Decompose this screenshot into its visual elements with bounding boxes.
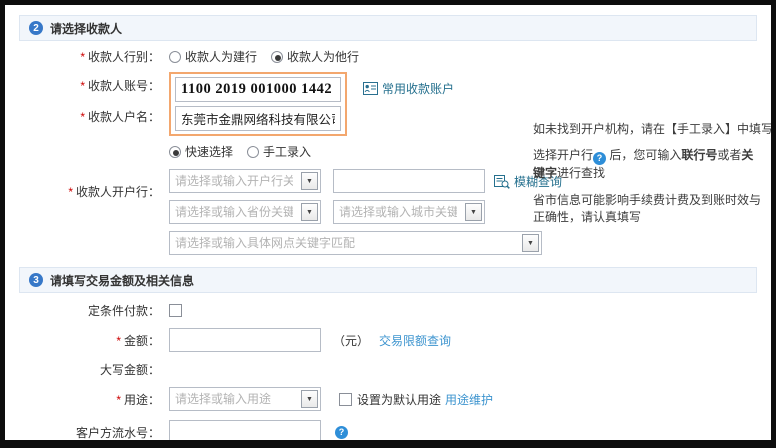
help-column: 如未找到开户机构，请在【手工录入】中填写 选择开户行? 后，您可输入联行号或者关… — [533, 121, 765, 236]
purpose-dropdown-button[interactable]: ▼ — [301, 390, 318, 408]
purpose-label: *用途： — [19, 391, 169, 408]
favorite-payees-link[interactable]: 常用收款账户 — [382, 80, 454, 97]
branch-input[interactable] — [172, 232, 517, 254]
amount-section-body: 定条件付款： *金额： （元） 交易限额查询 大写金额： *用途： — [19, 302, 757, 440]
amount-input[interactable] — [169, 328, 321, 352]
client-serial-row: 客户方流水号： ? — [19, 420, 757, 440]
radio-quick-select-label[interactable]: 快速选择 — [185, 143, 233, 160]
payee-account-number-input[interactable] — [175, 77, 341, 102]
amount-unit: （元） — [333, 332, 369, 349]
radio-payee-other-bank[interactable] — [271, 51, 283, 63]
purpose-input[interactable] — [172, 388, 296, 410]
conditional-payment-label: 定条件付款： — [19, 302, 169, 319]
radio-payee-other-bank-label[interactable]: 收款人为他行 — [287, 48, 359, 65]
payee-account-name-input[interactable] — [175, 106, 341, 131]
payee-account-name-label: *收款人户名： — [19, 103, 169, 130]
window-frame: 2 请选择收款人 *收款人行别： 收款人为建行 收款人为他行 *收款人账号： *… — [0, 0, 776, 448]
step-2-badge: 2 — [29, 21, 43, 35]
help-line-province-city: 省市信息可能影响手续费计费及到账时效与正确性，请认真填写 — [533, 192, 765, 227]
help-line-keyword: 选择开户行? 后，您可输入联行号或者关键字进行查找 — [533, 147, 765, 182]
conditional-payment-checkbox[interactable] — [169, 304, 182, 317]
transaction-limit-link[interactable]: 交易限额查询 — [379, 332, 451, 349]
opening-bank-line-3: ▼ — [169, 231, 562, 255]
purpose-maintain-link[interactable]: 用途维护 — [445, 391, 493, 408]
purpose-row: *用途： ▼ 设置为默认用途 用途维护 — [19, 387, 757, 411]
bank-select-input[interactable] — [172, 170, 296, 192]
purpose-combo[interactable]: ▼ — [169, 387, 321, 411]
radio-payee-ccb-label[interactable]: 收款人为建行 — [185, 48, 257, 65]
chevron-down-icon: ▼ — [306, 209, 313, 216]
chevron-down-icon: ▼ — [470, 209, 477, 216]
client-serial-input[interactable] — [169, 420, 321, 440]
city-input[interactable] — [336, 201, 460, 223]
help-icon[interactable]: ? — [593, 152, 606, 165]
bank-keyword-input[interactable] — [333, 169, 485, 193]
document-search-icon — [494, 174, 510, 189]
amount-words-label: 大写金额： — [19, 361, 169, 378]
step-3-badge: 3 — [29, 273, 43, 287]
branch-combo[interactable]: ▼ — [169, 231, 542, 255]
section-payee-title: 请选择收款人 — [50, 20, 122, 37]
required-marker: * — [80, 79, 85, 93]
city-combo[interactable]: ▼ — [333, 200, 485, 224]
section-header-payee: 2 请选择收款人 — [19, 15, 757, 41]
province-dropdown-button[interactable]: ▼ — [301, 203, 318, 221]
province-combo[interactable]: ▼ — [169, 200, 321, 224]
radio-manual-entry[interactable] — [247, 146, 259, 158]
radio-quick-select[interactable] — [169, 146, 181, 158]
account-highlight-box — [169, 72, 347, 136]
branch-dropdown-button[interactable]: ▼ — [522, 234, 539, 252]
favorite-payees-link-wrap: 常用收款账户 — [363, 80, 454, 97]
payee-account-number-label: *收款人账号： — [19, 72, 169, 99]
help-icon[interactable]: ? — [335, 426, 348, 439]
city-dropdown-button[interactable]: ▼ — [465, 203, 482, 221]
opening-bank-label: *收款人开户行： — [19, 183, 169, 200]
section-amount-title: 请填写交易金额及相关信息 — [50, 272, 194, 289]
contact-card-icon — [363, 82, 378, 95]
chevron-down-icon: ▼ — [527, 240, 534, 247]
required-marker: * — [116, 334, 121, 348]
opening-bank-line-1: ▼ — [169, 169, 562, 193]
bank-select-combo[interactable]: ▼ — [169, 169, 321, 193]
conditional-payment-row: 定条件付款： — [19, 302, 757, 319]
default-purpose-checkbox[interactable] — [339, 393, 352, 406]
amount-words-row: 大写金额： — [19, 361, 757, 378]
amount-row: *金额： （元） 交易限额查询 — [19, 328, 757, 352]
required-marker: * — [68, 185, 73, 199]
chevron-down-icon: ▼ — [306, 396, 313, 403]
client-serial-label: 客户方流水号： — [19, 424, 169, 441]
help-line-manual-entry: 如未找到开户机构，请在【手工录入】中填写 — [533, 121, 765, 138]
transfer-form-page: 2 请选择收款人 *收款人行别： 收款人为建行 收款人为他行 *收款人账号： *… — [5, 5, 771, 440]
opening-bank-controls: ▼ — [169, 169, 562, 255]
bank-select-dropdown-button[interactable]: ▼ — [301, 172, 318, 190]
opening-bank-line-2: ▼ ▼ — [169, 200, 562, 224]
payee-bank-type-row: *收款人行别： 收款人为建行 收款人为他行 — [19, 48, 757, 65]
required-marker: * — [80, 110, 85, 124]
chevron-down-icon: ▼ — [306, 178, 313, 185]
radio-payee-ccb[interactable] — [169, 51, 181, 63]
required-marker: * — [80, 50, 85, 64]
radio-manual-entry-label[interactable]: 手工录入 — [263, 143, 311, 160]
default-purpose-checkbox-label[interactable]: 设置为默认用途 — [357, 391, 441, 408]
payee-bank-type-label: *收款人行别： — [19, 48, 169, 65]
section-header-amount: 3 请填写交易金额及相关信息 — [19, 267, 757, 293]
province-input[interactable] — [172, 201, 296, 223]
payee-account-labels: *收款人账号： *收款人户名： — [19, 72, 169, 130]
amount-label: *金额： — [19, 332, 169, 349]
required-marker: * — [116, 393, 121, 407]
